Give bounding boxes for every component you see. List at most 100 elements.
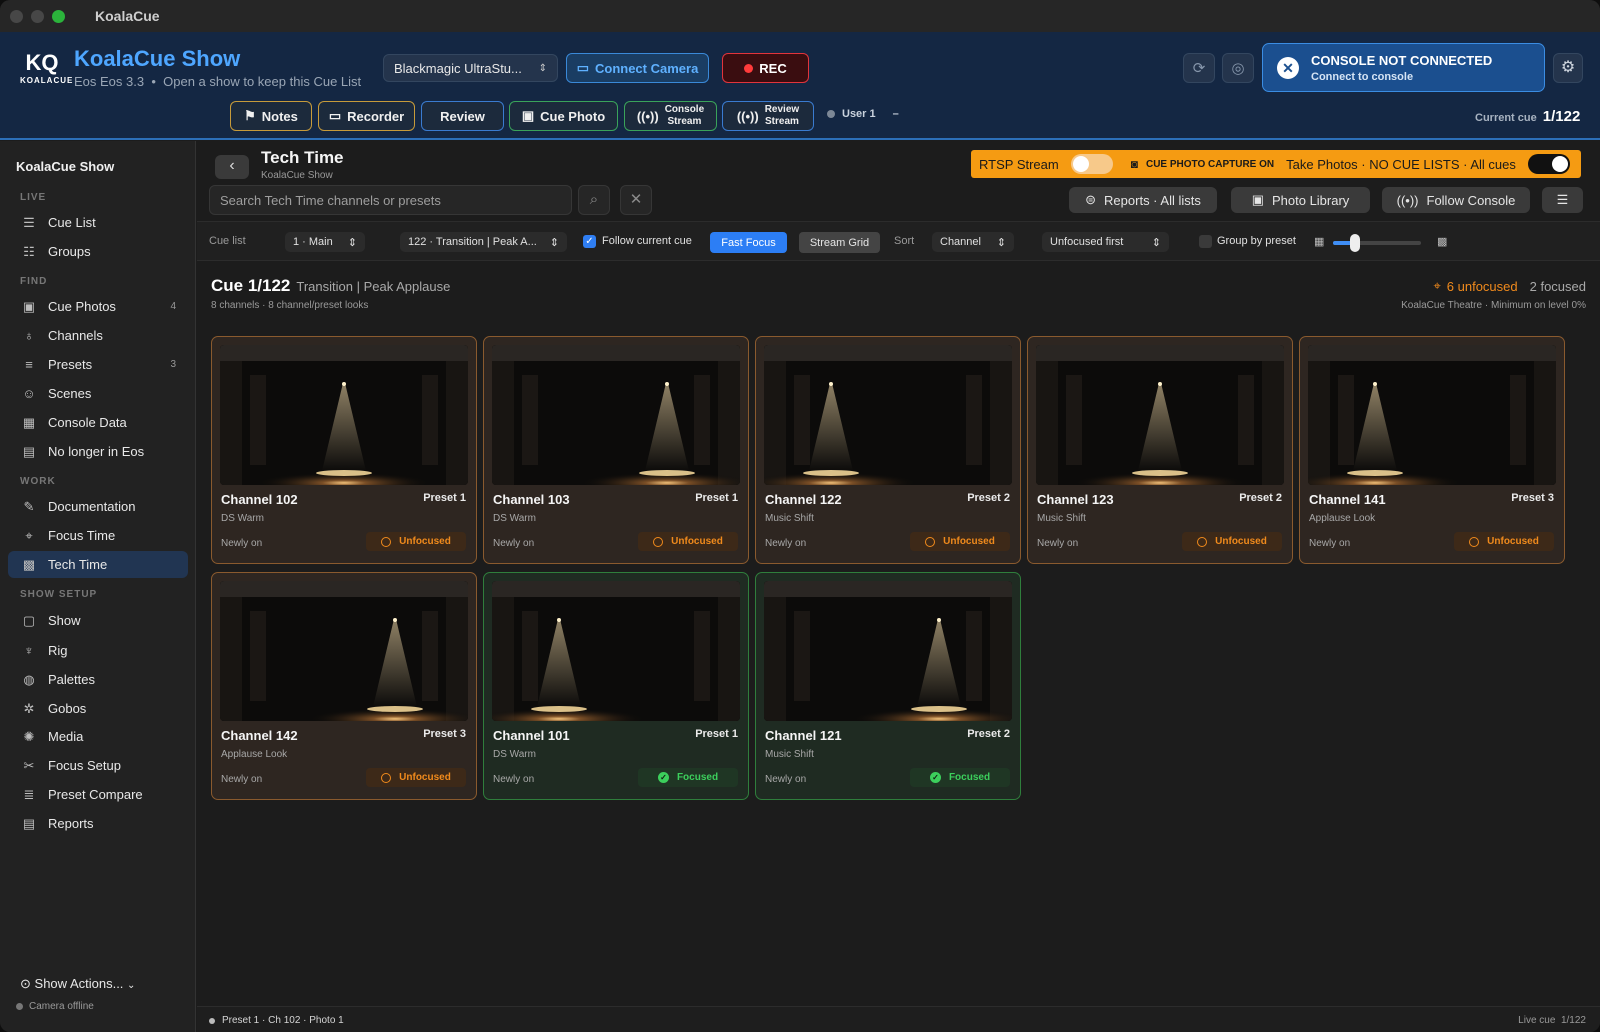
sidebar-item-media[interactable]: ✺ Media [8,723,188,750]
channel-state: Newly on [1309,538,1351,549]
channel-card[interactable]: Channel 121 Preset 2 Music Shift Newly on ✓ F… [755,572,1021,800]
console-stream-button[interactable]: ((•)) Console Stream [624,101,717,131]
sort-select[interactable]: Channel ⇕ [932,232,1014,252]
channel-card[interactable]: Channel 102 Preset 1 DS Warm Newly on Unfocu… [211,336,477,564]
cue-name: Transition | Peak Applause [296,279,451,294]
fast-focus-button[interactable]: Fast Focus [710,232,787,253]
search-input[interactable]: Search Tech Time channels or presets [209,185,572,215]
channel-card[interactable]: Channel 141 Preset 3 Applause Look Newly on… [1299,336,1565,564]
refresh-button[interactable]: ⟳ [1183,53,1215,83]
console-status-sub: Connect to console [1311,71,1414,83]
filter-settings-button[interactable]: ☰ [1542,187,1583,213]
user-indicator[interactable]: User 1 – [827,108,899,120]
cue-list-select[interactable]: 1 · Main ⇕ [285,232,365,252]
stream-grid-button[interactable]: Stream Grid [799,232,880,253]
channel-card[interactable]: Channel 122 Preset 2 Music Shift Newly on Un… [755,336,1021,564]
thumbnail-size-slider[interactable] [1333,234,1421,252]
focus-status-badge[interactable]: Unfocused [366,532,466,551]
channel-card[interactable]: Channel 103 Preset 1 DS Warm Newly on Unfocu… [483,336,749,564]
channel-photo[interactable] [1308,345,1556,485]
channel-name: Channel 121 [765,728,842,743]
sidebar-item-presets[interactable]: ≡ Presets 3 [8,351,188,378]
sidebar-item-rig[interactable]: ♆ Rig [8,637,188,664]
crosshair-icon: ⌖ [25,527,33,543]
video-icon: ▭ [328,108,342,123]
channel-photo[interactable] [1036,345,1284,485]
channel-card[interactable]: Channel 142 Preset 3 Applause Look Newly on… [211,572,477,800]
chevron-updown-icon: ⇕ [996,236,1006,249]
focus-status-badge[interactable]: Unfocused [1182,532,1282,551]
notes-button[interactable]: ⚑ Notes [230,101,312,131]
sidebar-item-gobos[interactable]: ✲ Gobos [8,695,188,722]
focus-status-badge[interactable]: ✓ Focused [910,768,1010,787]
clear-search-button[interactable]: ✕ [620,185,652,215]
follow-current-checkbox[interactable]: ✓ [583,235,596,248]
slider-knob[interactable] [1350,234,1360,252]
report-icon: ⊜ [1085,192,1097,207]
channel-photo[interactable] [220,345,468,485]
order-select[interactable]: Unfocused first ⇕ [1042,232,1169,252]
rtsp-toggle[interactable] [1070,154,1113,174]
sidebar-item-reports[interactable]: ▤ Reports [8,810,188,837]
review-button[interactable]: Review [421,101,504,131]
sidebar-item-preset-compare[interactable]: ≣ Preset Compare [8,781,188,808]
circle-icon [653,536,664,547]
camera-select[interactable]: Blackmagic UltraStu... ⇕ [383,54,558,82]
sidebar-item-channels[interactable]: ♁ Channels [8,322,188,349]
focus-status-badge[interactable]: Unfocused [1454,532,1554,551]
recorder-button[interactable]: ▭ Recorder [318,101,415,131]
channel-photo[interactable] [764,345,1012,485]
sidebar-item-palettes[interactable]: ◍ Palettes [8,666,188,693]
sidebar-item-cue-photos[interactable]: ▣ Cue Photos 4 [8,293,188,320]
search-button[interactable]: ⌕ [578,185,610,215]
channel-photo[interactable] [220,581,468,721]
channel-photo[interactable] [492,345,740,485]
sidebar-item-show[interactable]: ▢ Show [8,607,188,634]
sidebar-item-scenes[interactable]: ☺ Scenes [8,380,188,407]
review-stream-button[interactable]: ((•)) Review Stream [722,101,814,131]
minimize-window-button[interactable] [31,9,44,23]
channel-card[interactable]: Channel 101 Preset 1 DS Warm Newly on ✓ Focus… [483,572,749,800]
sidebar-item-focus-time[interactable]: ⌖ Focus Time [8,522,188,549]
cue-select[interactable]: 122 · Transition | Peak A... ⇕ [400,232,567,252]
focus-status-badge[interactable]: ✓ Focused [638,768,738,787]
console-version: Eos Eos 3.3 [74,74,145,89]
cue-photo-button[interactable]: ▣ Cue Photo [509,101,618,131]
follow-console-button[interactable]: ((•)) Follow Console [1382,187,1530,213]
take-photos-toggle[interactable] [1527,154,1570,174]
zoom-window-button[interactable] [52,9,65,23]
light-icon: ♁ [24,328,34,343]
sidebar-item-focus-setup[interactable]: ✂ Focus Setup [8,752,188,779]
focus-status-badge[interactable]: Unfocused [910,532,1010,551]
sidebar-item-console-data[interactable]: ▦ Console Data [8,409,188,436]
show-actions-menu[interactable]: ⊙ Show Actions... ⌄ [20,976,135,992]
sidebar-item-tech-time[interactable]: ▩ Tech Time [8,551,188,578]
back-button[interactable]: ‹ [215,155,249,179]
cue-heading: Cue 1/122 Transition | Peak Applause [211,276,450,296]
settings-button[interactable]: ⚙ [1553,53,1583,83]
group-by-preset-checkbox[interactable] [1199,235,1212,248]
sidebar-item-groups[interactable]: ☷ Groups [8,238,188,265]
sidebar-item-cue-list[interactable]: ☰ Cue List [8,209,188,236]
look-name: Music Shift [1037,513,1086,524]
sidebar-item-no-longer-in-eos[interactable]: ▤ No longer in Eos [8,438,188,465]
close-window-button[interactable] [10,9,23,23]
console-connect-banner[interactable]: ✕ CONSOLE NOT CONNECTED Connect to conso… [1262,43,1545,92]
record-button[interactable]: REC [722,53,809,83]
channel-photo[interactable] [492,581,740,721]
reports-button[interactable]: ⊜ Reports · All lists [1069,187,1217,213]
sidebar-item-documentation[interactable]: ✎ Documentation [8,493,188,520]
channel-photo[interactable] [764,581,1012,721]
photo-library-button[interactable]: ▣ Photo Library [1231,187,1370,213]
target-button[interactable]: ◎ [1222,53,1254,83]
focus-status-badge[interactable]: Unfocused [366,768,466,787]
channel-card[interactable]: Channel 123 Preset 2 Music Shift Newly on Un… [1027,336,1293,564]
edit-icon: ✎ [23,498,35,514]
section-show-setup: SHOW SETUP [20,589,98,600]
grid-icon: ▩ [22,556,36,572]
connect-camera-button[interactable]: ▭ Connect Camera [566,53,709,83]
console-status-title: CONSOLE NOT CONNECTED [1311,53,1493,68]
status-left: Preset 1 · Ch 102 · Photo 1 [209,1015,344,1026]
current-cue: Current cue 1/122 [1475,108,1580,125]
focus-status-badge[interactable]: Unfocused [638,532,738,551]
